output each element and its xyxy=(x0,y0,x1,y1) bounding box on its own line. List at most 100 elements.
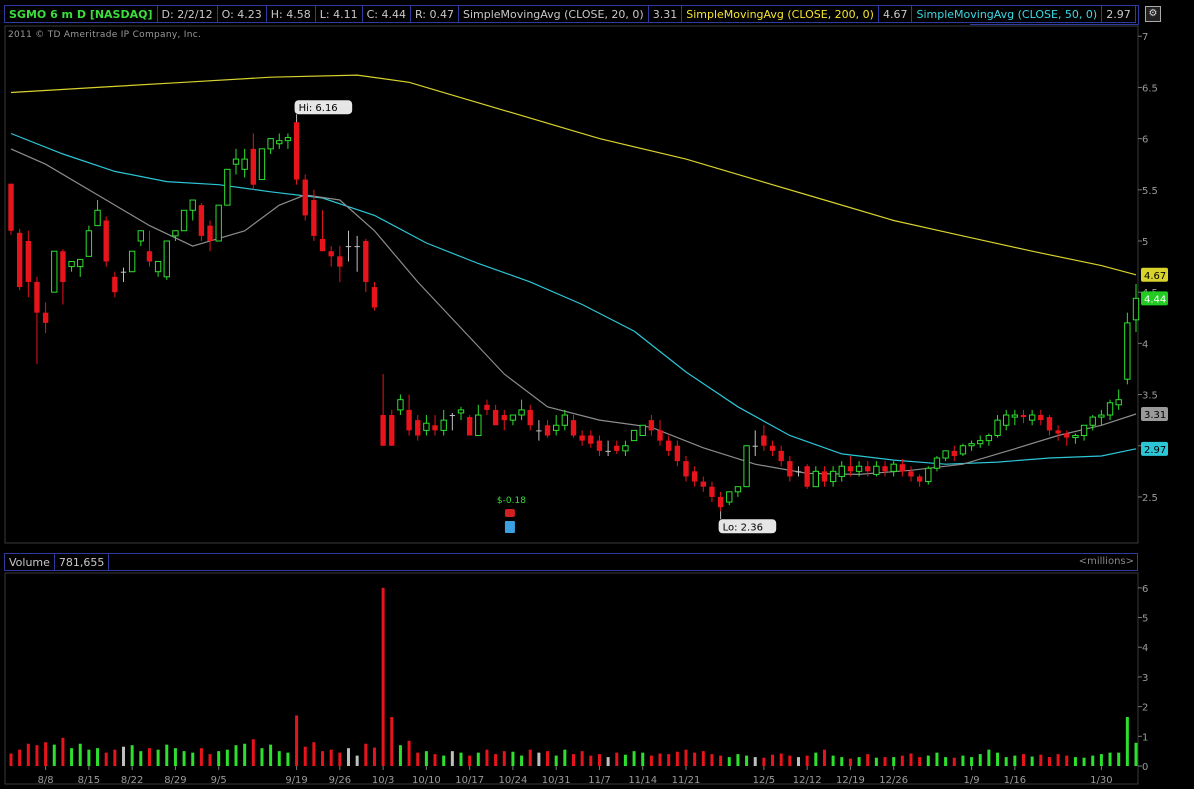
volume-bar xyxy=(70,748,74,766)
volume-bar xyxy=(1004,757,1008,766)
volume-bar xyxy=(701,751,705,766)
candle-body xyxy=(570,420,577,436)
candle-body xyxy=(363,240,369,282)
volume-bar xyxy=(122,746,125,766)
volume-bar xyxy=(35,745,39,766)
price-tick-label: 4 xyxy=(1142,339,1148,350)
candle-body xyxy=(423,422,430,431)
volume-label[interactable]: Volume xyxy=(4,553,55,571)
candle-body xyxy=(466,417,473,436)
candle-body xyxy=(112,276,118,293)
candle-body xyxy=(761,435,767,446)
volume-bar xyxy=(563,749,567,766)
volume-bar xyxy=(347,748,350,766)
candle-body xyxy=(276,140,283,145)
candle-body xyxy=(432,425,438,431)
candle-body xyxy=(34,281,40,313)
volume-bar xyxy=(641,752,645,766)
candle-body xyxy=(42,312,49,323)
volume-bar xyxy=(1030,756,1034,766)
volume-bar xyxy=(1013,755,1017,766)
volume-bar xyxy=(926,755,930,766)
candle-body xyxy=(630,429,638,442)
candle-body xyxy=(302,179,308,216)
price-panel-frame xyxy=(4,25,1139,544)
candle-body xyxy=(51,250,58,293)
low-marker-label: Lo: 2.36 xyxy=(723,522,763,533)
candle-body xyxy=(1028,414,1036,421)
volume-bar xyxy=(381,587,385,766)
close-value-tag-label: 4.44 xyxy=(1144,294,1166,305)
price-tick-label: 7 xyxy=(1142,32,1148,43)
candle-body xyxy=(1098,414,1105,418)
candle-body xyxy=(154,260,162,273)
volume-bar xyxy=(970,757,974,766)
price-tick-label: 5.5 xyxy=(1142,186,1158,197)
volume-bar xyxy=(260,748,264,766)
volume-bar xyxy=(390,717,394,766)
date-tick-label: 8/29 xyxy=(164,775,186,786)
date-tick-label: 12/19 xyxy=(836,775,865,786)
date-tick-label: 1/9 xyxy=(964,775,980,786)
date-tick-label: 12/5 xyxy=(753,775,775,786)
volume-bar xyxy=(502,751,506,766)
candle-body xyxy=(925,467,932,483)
volume-bar xyxy=(693,752,697,766)
candle-body xyxy=(657,430,663,441)
candle-body xyxy=(94,209,101,227)
volume-bar xyxy=(372,747,376,766)
volume-bar xyxy=(485,749,489,766)
price-tick-label: 6.5 xyxy=(1142,83,1158,94)
volume-bar xyxy=(528,749,532,766)
date-tick-label: 1/30 xyxy=(1090,775,1112,786)
candle-body xyxy=(120,271,127,273)
candle-body xyxy=(25,240,31,282)
volume-tick-label: 4 xyxy=(1142,643,1148,654)
volume-bar xyxy=(364,743,368,766)
candle-body xyxy=(1089,416,1096,426)
volume-bar xyxy=(295,715,299,766)
price-chart[interactable]: 2.533.544.555.566.57Hi: 6.16Lo: 2.36$-0.… xyxy=(0,0,1194,545)
candle-body xyxy=(787,461,793,477)
candle-body xyxy=(734,486,742,493)
volume-bar xyxy=(1125,717,1129,766)
volume-bar xyxy=(987,749,991,766)
volume-bar xyxy=(251,739,255,766)
volume-bar xyxy=(892,757,896,766)
volume-bar xyxy=(883,757,887,766)
candle-body xyxy=(882,466,888,472)
candle-body xyxy=(103,220,109,262)
candle-body xyxy=(284,137,292,142)
volume-bar xyxy=(580,751,584,766)
date-tick-label: 8/22 xyxy=(121,775,143,786)
candle-body xyxy=(666,440,672,451)
candle-body xyxy=(968,443,975,447)
candle-body xyxy=(406,409,412,431)
volume-bar xyxy=(632,751,636,766)
candle-body xyxy=(622,445,629,452)
candle-body xyxy=(639,424,646,437)
volume-bar xyxy=(18,749,22,766)
volume-bar xyxy=(909,753,913,766)
volume-bar xyxy=(338,752,342,766)
volume-bar xyxy=(996,752,1000,766)
candle-body xyxy=(345,246,352,248)
candle-body xyxy=(743,445,750,488)
date-tick-label: 9/26 xyxy=(329,775,351,786)
date-tick-label: 12/26 xyxy=(879,775,908,786)
sma20-value-tag-label: 3.31 xyxy=(1144,410,1166,421)
candle-body xyxy=(484,404,490,410)
volume-bar xyxy=(165,744,169,766)
volume-bar xyxy=(511,751,515,766)
candle-body xyxy=(163,240,170,278)
candle-body xyxy=(189,199,196,211)
volume-bar xyxy=(831,755,835,766)
date-tick-label: 1/16 xyxy=(1004,775,1026,786)
candle-body xyxy=(691,471,698,482)
volume-bar xyxy=(312,742,316,766)
chart-window: { "header": { "symbol": "SGMO 6 m D [NAS… xyxy=(0,0,1194,789)
volume-bar xyxy=(675,751,679,766)
candle-body xyxy=(267,138,274,150)
volume-bar xyxy=(918,757,922,766)
candle-body xyxy=(68,260,75,268)
